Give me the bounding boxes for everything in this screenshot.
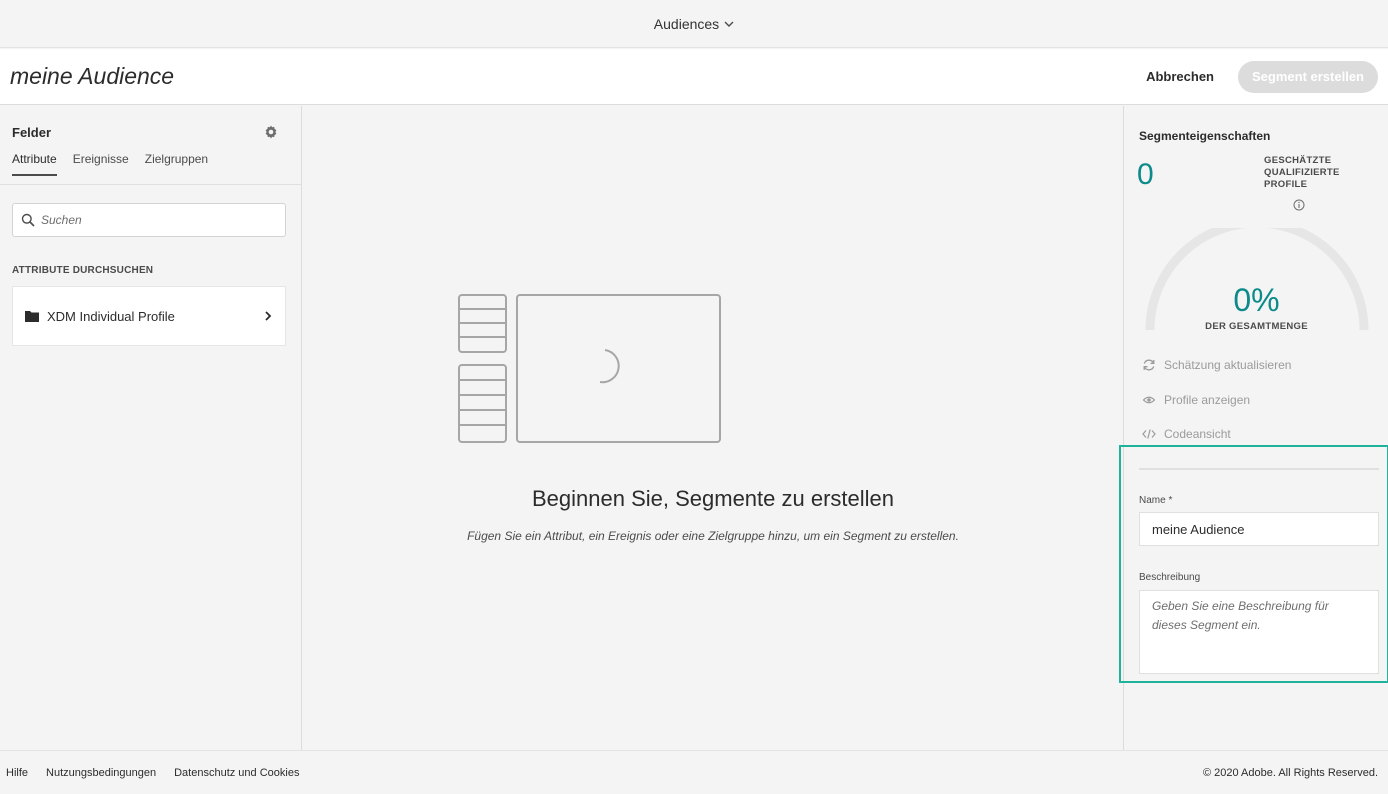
- copyright-text: © 2020 Adobe. All Rights Reserved.: [1202, 766, 1378, 779]
- chevron-down-icon: [724, 21, 734, 27]
- audiences-dropdown-label: Audiences: [653, 15, 720, 32]
- refresh-estimate-button[interactable]: Schätzung aktualisieren: [1142, 358, 1291, 372]
- empty-state-title: Beginnen Sie, Segmente zu erstellen: [531, 486, 894, 511]
- footer-link-privacy[interactable]: Datenschutz und Cookies: [174, 767, 299, 779]
- info-icon[interactable]: [1293, 199, 1305, 211]
- refresh-estimate-label: Schätzung aktualisieren: [1164, 358, 1292, 372]
- qualified-profiles-label: GESCHÄTZTE QUALIFIZIERTE PROFILE: [1264, 155, 1340, 190]
- gear-icon[interactable]: [263, 124, 279, 140]
- empty-canvas-illustration: [458, 294, 721, 443]
- browse-attributes-label: ATTRIBUTE DURCHSUCHEN: [12, 265, 154, 276]
- code-view-label: Codeansicht: [1164, 427, 1231, 441]
- search-icon: [21, 213, 35, 227]
- gauge-percent-value: 0%: [1233, 282, 1280, 318]
- tree-item-xdm-individual-profile[interactable]: XDM Individual Profile: [12, 286, 286, 346]
- tab-zielgruppen[interactable]: Zielgruppen: [145, 152, 208, 176]
- view-profiles-label: Profile anzeigen: [1164, 393, 1251, 407]
- chevron-right-icon: [265, 311, 272, 321]
- fields-header: Felder: [0, 106, 301, 140]
- footer-link-help[interactable]: Hilfe: [6, 767, 28, 779]
- page-footer: Hilfe Nutzungsbedingungen Datenschutz un…: [0, 750, 1388, 794]
- footer-link-terms[interactable]: Nutzungsbedingungen: [46, 767, 156, 779]
- properties-divider: [1139, 468, 1379, 470]
- qualified-profiles-count: 0: [1137, 158, 1154, 191]
- refresh-icon: [1143, 359, 1155, 371]
- top-bar: Audiences: [0, 0, 1388, 48]
- page-header: meine Audience Abbrechen Segment erstell…: [0, 49, 1388, 105]
- code-icon: [1142, 429, 1156, 439]
- segment-properties-title: Segmenteigenschaften: [1139, 129, 1271, 143]
- empty-state-subtitle: Fügen Sie ein Attribut, ein Ereignis ode…: [467, 529, 959, 543]
- cancel-button[interactable]: Abbrechen: [1146, 69, 1214, 84]
- segment-properties-panel: Segmenteigenschaften 0 GESCHÄTZTE QUALIF…: [1119, 106, 1388, 750]
- code-view-button[interactable]: Codeansicht: [1142, 427, 1231, 441]
- fields-panel: Felder Attribute Ereignisse Zielgruppen …: [0, 106, 302, 750]
- fields-tabs: Attribute Ereignisse Zielgruppen: [0, 140, 301, 185]
- folder-icon: [25, 311, 39, 322]
- name-field[interactable]: [1139, 512, 1379, 546]
- description-field-label: Beschreibung: [1139, 572, 1201, 583]
- header-actions: Abbrechen Segment erstellen: [1146, 60, 1378, 93]
- segment-canvas[interactable]: Beginnen Sie, Segmente zu erstellen Füge…: [303, 106, 1123, 750]
- eye-icon: [1142, 396, 1156, 404]
- search-box: [12, 203, 286, 237]
- name-field-label: Name *: [1139, 495, 1173, 506]
- view-profiles-button[interactable]: Profile anzeigen: [1142, 393, 1250, 407]
- page-title: meine Audience: [10, 63, 175, 89]
- fields-title: Felder: [12, 124, 52, 140]
- tab-ereignisse[interactable]: Ereignisse: [73, 152, 129, 176]
- search-input[interactable]: [41, 213, 277, 227]
- tab-attribute[interactable]: Attribute: [12, 152, 57, 176]
- audiences-dropdown[interactable]: Audiences: [654, 16, 734, 32]
- description-field[interactable]: [1139, 590, 1379, 674]
- tree-item-label: XDM Individual Profile: [47, 308, 175, 324]
- gauge-percent-label: DER GESAMTMENGE: [1205, 321, 1308, 332]
- create-segment-button[interactable]: Segment erstellen: [1238, 60, 1378, 93]
